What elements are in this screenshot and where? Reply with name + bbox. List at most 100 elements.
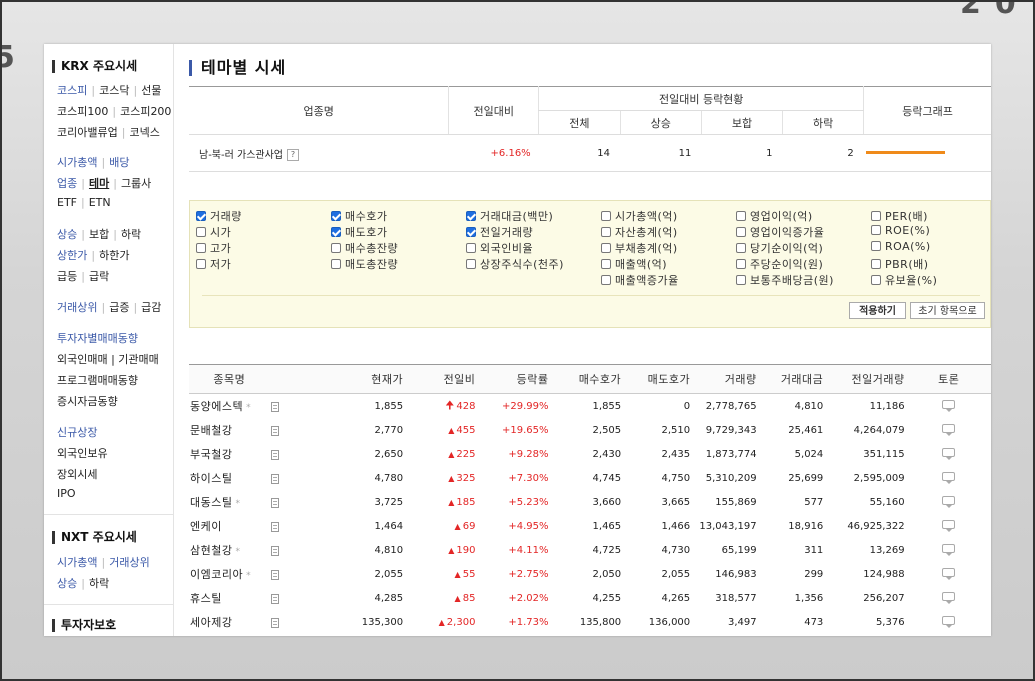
stock-name-link[interactable]: 삼현철강 (190, 544, 232, 557)
option-22[interactable]: PER(배) (871, 208, 928, 224)
option-17[interactable]: 영업이익(억) (736, 208, 813, 224)
stock-name-link[interactable]: 문배철강 (190, 424, 232, 437)
document-icon[interactable] (270, 569, 279, 580)
option-checkbox[interactable] (331, 211, 341, 221)
option-1[interactable]: 시가 (196, 224, 231, 240)
option-6[interactable]: 매수총잔량 (331, 240, 398, 256)
sidebar-item-new-listing[interactable]: 신규상장 (57, 424, 97, 440)
option-checkbox[interactable] (331, 259, 341, 269)
sidebar-item-market-funds[interactable]: 증시자금동향 (57, 393, 118, 409)
sidebar-item-volume-drop[interactable]: 급감 (141, 299, 161, 315)
option-checkbox[interactable] (736, 259, 746, 269)
option-checkbox[interactable] (601, 259, 611, 269)
discussion-icon[interactable] (942, 592, 956, 604)
option-checkbox[interactable] (736, 275, 746, 285)
sidebar-item-fall[interactable]: 하락 (121, 226, 141, 242)
option-checkbox[interactable] (871, 241, 881, 251)
help-icon[interactable]: ? (287, 148, 299, 161)
sidebar-item-investor-trend[interactable]: 투자자별매매동향 (57, 330, 138, 346)
apply-button[interactable]: 적용하기 (849, 302, 906, 319)
sidebar-item-program-trading[interactable]: 프로그램매매동향 (57, 372, 138, 388)
stock-name-link[interactable]: 부국철강 (190, 448, 232, 461)
stock-name-link[interactable]: 대동스틸 (190, 496, 232, 509)
sidebar-item-foreign-institution[interactable]: 외국인매매 | 기관매매 (57, 351, 159, 367)
option-18[interactable]: 영업이익증가율 (736, 224, 824, 240)
sidebar-item-futures[interactable]: 선물 (141, 82, 161, 98)
sidebar-item-market-cap[interactable]: 시가총액 (57, 154, 97, 170)
document-icon[interactable] (270, 521, 279, 532)
sidebar-item-etf[interactable]: ETF (57, 196, 77, 209)
option-checkbox[interactable] (871, 275, 881, 285)
option-checkbox[interactable] (331, 227, 341, 237)
sidebar-item-korea-valueup[interactable]: 코리아밸류업 (57, 124, 118, 140)
sidebar-item-konex[interactable]: 코넥스 (129, 124, 159, 140)
option-0[interactable]: 거래량 (196, 208, 242, 224)
discussion-icon[interactable] (942, 568, 956, 580)
reset-button[interactable]: 초기 항목으로 (910, 302, 985, 319)
sidebar-item-kospi100[interactable]: 코스피100 (57, 103, 108, 119)
option-13[interactable]: 자산총계(억) (601, 224, 678, 240)
sidebar-item-otc[interactable]: 장외시세 (57, 466, 97, 482)
sidebar-item-kospi200[interactable]: 코스피200 (120, 103, 171, 119)
option-checkbox[interactable] (196, 259, 206, 269)
option-checkbox[interactable] (601, 211, 611, 221)
sidebar-item-theme[interactable]: 테마 (89, 175, 109, 191)
option-24[interactable]: ROA(%) (871, 240, 931, 253)
discussion-icon[interactable] (942, 400, 956, 412)
document-icon[interactable] (270, 593, 279, 604)
option-4[interactable]: 매수호가 (331, 208, 387, 224)
sidebar-item-nxt-fall[interactable]: 하락 (89, 575, 109, 591)
option-checkbox[interactable] (466, 211, 476, 221)
discussion-icon[interactable] (942, 520, 956, 532)
sidebar-item-upper-limit[interactable]: 상한가 (57, 247, 87, 263)
sidebar-item-kospi[interactable]: 코스피 (57, 82, 87, 98)
option-12[interactable]: 시가총액(억) (601, 208, 678, 224)
option-8[interactable]: 거래대금(백만) (466, 208, 553, 224)
option-2[interactable]: 고가 (196, 240, 231, 256)
option-23[interactable]: ROE(%) (871, 224, 930, 237)
sidebar-item-ipo[interactable]: IPO (57, 487, 76, 500)
option-10[interactable]: 외국인비율 (466, 240, 533, 256)
document-icon[interactable] (270, 545, 279, 556)
option-checkbox[interactable] (466, 243, 476, 253)
option-5[interactable]: 매도호가 (331, 224, 387, 240)
sidebar-item-nxt-rise[interactable]: 상승 (57, 575, 77, 591)
document-icon[interactable] (270, 617, 279, 628)
document-icon[interactable] (270, 473, 279, 484)
theme-name[interactable]: 남-북-러 가스관사업 (199, 150, 283, 161)
document-icon[interactable] (270, 497, 279, 508)
option-checkbox[interactable] (601, 275, 611, 285)
sidebar-item-nxt-market-cap[interactable]: 시가총액 (57, 554, 97, 570)
option-checkbox[interactable] (871, 211, 881, 221)
sidebar-item-surge[interactable]: 급등 (57, 268, 77, 284)
sidebar-item-dividend[interactable]: 배당 (109, 154, 129, 170)
option-20[interactable]: 주당순이익(원) (736, 256, 823, 272)
document-icon[interactable] (270, 401, 279, 412)
option-checkbox[interactable] (601, 227, 611, 237)
option-checkbox[interactable] (196, 243, 206, 253)
sidebar-item-volume-surge[interactable]: 급증 (109, 299, 129, 315)
option-checkbox[interactable] (331, 243, 341, 253)
stock-name-link[interactable]: 휴스틸 (190, 592, 222, 605)
option-checkbox[interactable] (736, 227, 746, 237)
option-checkbox[interactable] (736, 243, 746, 253)
option-19[interactable]: 당기순이익(억) (736, 240, 823, 256)
document-icon[interactable] (270, 449, 279, 460)
discussion-icon[interactable] (942, 496, 956, 508)
option-checkbox[interactable] (196, 227, 206, 237)
option-14[interactable]: 부채총계(억) (601, 240, 678, 256)
sidebar-item-rise[interactable]: 상승 (57, 226, 77, 242)
discussion-icon[interactable] (942, 616, 956, 628)
option-3[interactable]: 저가 (196, 256, 231, 272)
discussion-icon[interactable] (942, 448, 956, 460)
sidebar-item-etn[interactable]: ETN (89, 196, 111, 209)
sidebar-item-group[interactable]: 그룹사 (121, 175, 151, 191)
sidebar-item-lower-limit[interactable]: 하한가 (99, 247, 129, 263)
option-9[interactable]: 전일거래량 (466, 224, 533, 240)
discussion-icon[interactable] (942, 472, 956, 484)
sidebar-item-foreign-holding[interactable]: 외국인보유 (57, 445, 108, 461)
stock-name-link[interactable]: 동양에스텍 (190, 400, 243, 413)
option-26[interactable]: 유보율(%) (871, 272, 937, 288)
option-checkbox[interactable] (466, 259, 476, 269)
sidebar-item-top-volume[interactable]: 거래상위 (57, 299, 97, 315)
